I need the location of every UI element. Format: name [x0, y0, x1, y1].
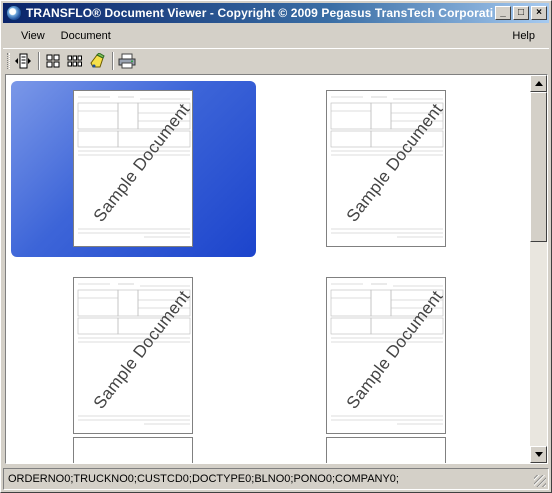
title-bar[interactable]: TRANSFLO® Document Viewer - Copyright © …: [3, 3, 549, 23]
status-text: ORDERNO0;TRUCKNO0;CUSTCD0;DOCTYPE0;BLNO0…: [8, 473, 399, 485]
scroll-up-button[interactable]: [530, 75, 547, 92]
thumbnail-viewer[interactable]: Sample Document Sample Document Sample D…: [5, 74, 548, 464]
toolbar-separator: [112, 51, 114, 70]
toolbar: [3, 48, 549, 72]
document-page-thumbnail[interactable]: Sample Document: [73, 90, 193, 247]
grid-2x2-view-icon[interactable]: [43, 51, 63, 71]
menu-document[interactable]: Document: [53, 30, 119, 42]
document-page-thumbnail-partial[interactable]: [326, 437, 446, 463]
thumbnail-grid: Sample Document Sample Document Sample D…: [6, 75, 528, 463]
scrollbar-thumb[interactable]: [530, 92, 547, 242]
thumbnail-cell-2[interactable]: Sample Document: [264, 81, 509, 257]
document-page-thumbnail[interactable]: Sample Document: [326, 277, 446, 434]
document-page-thumbnail[interactable]: Sample Document: [73, 277, 193, 434]
menu-bar: View Document Help: [3, 26, 549, 46]
single-page-view-icon[interactable]: [13, 51, 33, 71]
status-bar: ORDERNO0;TRUCKNO0;CUSTCD0;DOCTYPE0;BLNO0…: [3, 468, 549, 490]
document-page-thumbnail[interactable]: Sample Document: [326, 90, 446, 247]
menu-help[interactable]: Help: [504, 30, 543, 42]
maximize-button[interactable]: □: [513, 6, 529, 20]
toolbar-grip[interactable]: [7, 52, 10, 69]
app-icon: [6, 5, 22, 21]
vertical-scrollbar[interactable]: [530, 75, 547, 463]
close-button[interactable]: ×: [531, 6, 547, 20]
document-page-thumbnail-partial[interactable]: [73, 437, 193, 463]
grid-3x2-view-icon[interactable]: [65, 51, 85, 71]
menu-view[interactable]: View: [13, 30, 53, 42]
toolbar-separator: [38, 51, 40, 70]
arrow-up-icon: [534, 81, 543, 86]
minimize-button[interactable]: _: [495, 6, 511, 20]
window-title: TRANSFLO® Document Viewer - Copyright © …: [26, 6, 493, 20]
thumbnail-cell-1[interactable]: Sample Document: [11, 81, 256, 257]
scroll-down-button[interactable]: [530, 446, 547, 463]
thumbnail-cell-3[interactable]: Sample Document: [11, 267, 256, 443]
annotate-icon[interactable]: [87, 51, 107, 71]
arrow-down-icon: [534, 452, 543, 457]
thumbnail-cell-4[interactable]: Sample Document: [264, 267, 509, 443]
app-window: TRANSFLO® Document Viewer - Copyright © …: [0, 0, 552, 493]
resize-grip[interactable]: [534, 475, 546, 487]
print-icon[interactable]: [117, 51, 137, 71]
